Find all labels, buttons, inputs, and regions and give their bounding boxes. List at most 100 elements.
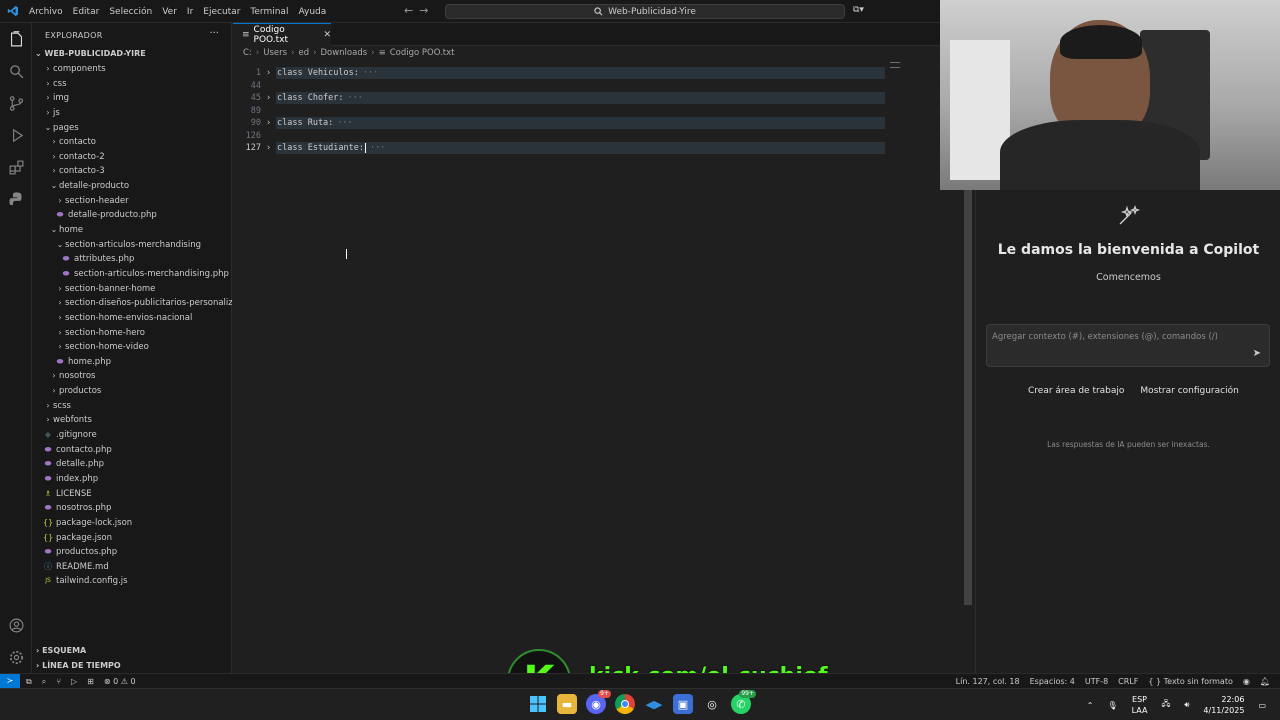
arrow-left-icon[interactable]: ← (404, 4, 413, 17)
menu-seleccion[interactable]: Selección (104, 7, 157, 17)
show-config-button[interactable]: Mostrar configuración (1135, 384, 1243, 398)
tree-folder[interactable]: › section-home-envios-nacional (32, 311, 232, 326)
tree-file[interactable]: ◆ .gitignore (32, 428, 232, 443)
tree-folder[interactable]: › section-home-hero (32, 326, 232, 341)
windows-start-icon[interactable] (528, 694, 548, 714)
send-icon[interactable]: ➤ (1253, 348, 1261, 359)
volume-icon[interactable]: 🔊︎ (1184, 700, 1189, 710)
arrow-right-icon[interactable]: → (419, 4, 428, 17)
tab-codigo-poo[interactable]: ≡ Codigo POO.txt ✕ (233, 23, 331, 46)
tree-folder[interactable]: › nosotros (32, 369, 232, 384)
code-line[interactable]: 127 › class Estudiante: ··· (233, 142, 940, 154)
tree-file[interactable]: {} package.json (32, 531, 232, 546)
breadcrumb-item[interactable]: Users (263, 48, 287, 58)
fold-ellipsis[interactable]: ··· (348, 93, 363, 103)
folded-code[interactable]: class Ruta: ··· (276, 117, 885, 129)
tree-folder[interactable]: › section-diseños-publicitarios-personali… (32, 296, 232, 311)
menu-terminal[interactable]: Terminal (245, 7, 293, 17)
fold-ellipsis[interactable]: ··· (337, 118, 352, 128)
breadcrumb-item[interactable]: ed (298, 48, 309, 58)
microphone-icon[interactable]: 🎙︎ (1107, 701, 1117, 710)
copilot-status-icon[interactable]: ◉ (1243, 677, 1250, 686)
tree-folder[interactable]: ⌄ section-articulos-merchandising (32, 238, 232, 253)
fold-chevron-icon[interactable]: › (266, 117, 274, 129)
layout-icon[interactable]: ⧉ (26, 677, 32, 687)
tree-file[interactable]: ⬬ detalle.php (32, 457, 232, 472)
tree-file[interactable]: JS tailwind.config.js (32, 574, 232, 589)
encoding[interactable]: UTF-8 (1085, 677, 1108, 686)
search-icon[interactable]: ⌕ (42, 677, 46, 687)
app-icon[interactable]: ▣ (673, 694, 693, 714)
end-of-line[interactable]: CRLF (1118, 677, 1138, 686)
tree-folder[interactable]: ⌄ home (32, 223, 232, 238)
language-mode[interactable]: { } Texto sin formato (1148, 677, 1232, 686)
chrome-icon[interactable] (615, 694, 635, 714)
clock[interactable]: 22:06 4/11/2025 (1203, 694, 1244, 716)
tree-folder[interactable]: › scss (32, 399, 232, 414)
command-center-search[interactable]: Web-Publicidad-Yire (445, 4, 845, 19)
source-control-icon[interactable] (6, 93, 26, 113)
python-icon[interactable] (6, 189, 26, 209)
fold-ellipsis[interactable]: ··· (370, 143, 385, 153)
git-branch-icon[interactable]: ⑂ (56, 677, 61, 686)
tree-folder[interactable]: › productos (32, 384, 232, 399)
whatsapp-icon[interactable]: ✆ 99+ (731, 690, 756, 714)
close-icon[interactable]: ✕ (323, 30, 331, 40)
notification-center-icon[interactable]: ▭ (1258, 701, 1266, 710)
run-debug-icon[interactable] (6, 125, 26, 145)
workspace-root-folder[interactable]: ⌄ WEB-PUBLICIDAD-YIRE (35, 49, 146, 58)
tree-folder[interactable]: › section-header (32, 194, 232, 209)
code-line[interactable]: 44 (233, 80, 940, 92)
indentation[interactable]: Espacios: 4 (1030, 677, 1075, 686)
tree-folder[interactable]: › contacto (32, 135, 232, 150)
create-workspace-button[interactable]: Crear área de trabajo (1023, 384, 1129, 398)
tree-folder[interactable]: › section-home-video (32, 340, 232, 355)
notifications-bell-icon[interactable]: 🔔︎ (1260, 677, 1270, 686)
cursor-position[interactable]: Lín. 127, col. 18 (956, 677, 1020, 686)
tree-file[interactable]: {} package-lock.json (32, 516, 232, 531)
discord-icon[interactable]: ◉ 9+ (586, 690, 611, 714)
menu-ir[interactable]: Ir (182, 7, 198, 17)
search-icon[interactable] (6, 61, 26, 81)
account-icon[interactable] (6, 615, 26, 635)
breadcrumb-item[interactable]: C: (243, 48, 252, 58)
timeline-section[interactable]: › LÍNEA DE TIEMPO (36, 661, 121, 670)
tree-file[interactable]: ⬬ detalle-producto.php (32, 208, 232, 223)
obs-icon[interactable]: ◎ (702, 694, 722, 714)
tree-file[interactable]: ⓘ README.md (32, 560, 232, 575)
folded-code[interactable]: class Estudiante: ··· (276, 142, 885, 154)
tree-folder[interactable]: ⌄ detalle-producto (32, 179, 232, 194)
tree-folder[interactable]: › webfonts (32, 413, 232, 428)
tree-file[interactable]: ♗ LICENSE (32, 487, 232, 502)
folded-code[interactable]: class Vehiculos: ··· (276, 67, 885, 79)
chat-input[interactable]: Agregar contexto (#), extensiones (@), c… (986, 324, 1270, 367)
tree-file[interactable]: ⬬ contacto.php (32, 443, 232, 458)
code-line[interactable]: 45 › class Chofer: ··· (233, 92, 940, 104)
menu-archivo[interactable]: Archivo (24, 7, 68, 17)
explorer-icon[interactable] (6, 29, 26, 49)
menu-ver[interactable]: Ver (157, 7, 182, 17)
menu-ejecutar[interactable]: Ejecutar (198, 7, 245, 17)
fold-chevron-icon[interactable]: › (266, 92, 274, 104)
tree-folder[interactable]: › components (32, 62, 232, 77)
tree-file[interactable]: ⬬ home.php (32, 355, 232, 370)
menu-editar[interactable]: Editar (68, 7, 105, 17)
tree-folder[interactable]: › section-banner-home (32, 282, 232, 297)
code-line[interactable]: 1 › class Vehiculos: ··· (233, 67, 940, 79)
remote-indicator-icon[interactable]: ≻ (0, 674, 20, 689)
fold-chevron-icon[interactable]: › (266, 142, 274, 154)
extensions-icon[interactable] (6, 157, 26, 177)
fold-ellipsis[interactable]: ··· (363, 68, 378, 78)
outline-section[interactable]: › ESQUEMA (36, 646, 86, 655)
copilot-toggle-icon[interactable]: ⧉▾ (853, 5, 864, 15)
folded-code[interactable]: class Chofer: ··· (276, 92, 885, 104)
network-icon[interactable]: 🖧︎ (1161, 698, 1170, 712)
tree-file[interactable]: ⬬ productos.php (32, 545, 232, 560)
tree-file[interactable]: ⬬ section-articulos-merchandising.php (32, 267, 232, 282)
tree-folder[interactable]: › contacto-2 (32, 150, 232, 165)
chevron-up-icon[interactable]: ⌃ (1087, 701, 1094, 710)
menu-ayuda[interactable]: Ayuda (293, 7, 331, 17)
code-line[interactable]: 126 (233, 130, 940, 142)
tree-file[interactable]: ⬬ attributes.php (32, 252, 232, 267)
tree-folder[interactable]: ⌄ pages (32, 121, 232, 136)
